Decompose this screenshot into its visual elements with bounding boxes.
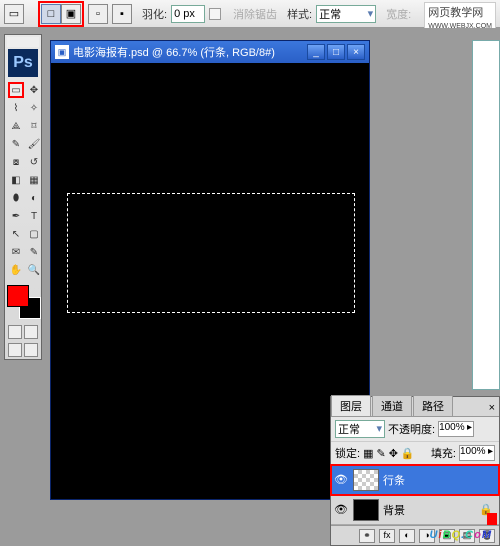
antialias-label: 消除锯齿 [233,6,277,22]
screen1-icon[interactable] [8,343,22,357]
document-window: ▣ 电影海报有.psd @ 66.7% (行条, RGB/8#) _ □ × [50,40,370,500]
fill-label: 填充: [431,445,456,461]
link-icon[interactable]: ⚭ [359,529,375,543]
type-tool[interactable]: T [26,208,42,224]
maximize-button[interactable]: □ [327,44,345,60]
tab-channels[interactable]: 通道 [372,395,412,416]
visibility-icon[interactable]: 👁 [333,472,349,488]
fx-icon[interactable]: fx [379,529,395,543]
layer-thumbnail[interactable] [353,499,379,521]
tab-paths[interactable]: 路径 [413,395,453,416]
mask-icon[interactable]: ◐ [399,529,415,543]
selection-mode-group: □ ▣ [38,1,84,27]
lock-position-icon[interactable]: ✥ [389,447,398,460]
gradient-tool[interactable]: ▦ [26,172,42,188]
dodge-tool[interactable]: ◐ [26,190,42,206]
shape-tool[interactable]: ▢ [26,226,42,242]
close-button[interactable]: × [347,44,365,60]
lock-paint-icon[interactable]: ✎ [376,447,385,460]
new-selection-icon[interactable]: □ [41,4,61,24]
width-label: 宽度: [386,6,411,22]
add-selection-icon[interactable]: ▣ [61,4,81,24]
path-select-tool[interactable]: ↖ [8,226,24,242]
feather-label: 羽化: [142,6,167,22]
blur-tool[interactable]: ⬮ [8,190,24,206]
foreground-color[interactable] [7,285,29,307]
panel-tabs: 图层 通道 路径 × [331,397,499,417]
minimize-button[interactable]: _ [307,44,325,60]
opacity-label: 不透明度: [388,421,435,437]
document-titlebar[interactable]: ▣ 电影海报有.psd @ 66.7% (行条, RGB/8#) _ □ × [51,41,369,63]
screen2-icon[interactable] [24,343,38,357]
style-select[interactable]: 正常 [316,5,376,23]
tools-palette: Ps ▭ ✥ ⌇ ✧ ⟁ ⌑ ✎ 🖌 ⧇ ↺ ◧ ▦ ⬮ ◐ ✒ T ↖ ▢ ✉… [4,34,42,360]
lock-label: 锁定: [335,445,360,461]
color-swatches [7,285,41,319]
blend-mode-select[interactable]: 正常 [335,420,385,438]
selection-marquee [67,193,355,313]
quickmask-icon[interactable] [8,325,22,339]
opacity-input[interactable]: 100% [438,421,474,437]
subtract-selection-icon[interactable]: ▫ [88,4,108,24]
options-bar: ▭ □ ▣ ▫ ▪ 羽化: 消除锯齿 样式: 正常 宽度: 网页教学网WWW.W… [0,0,500,28]
brush-tool[interactable]: 🖌 [26,136,42,152]
uibq-watermark: UiBQ.CoM [430,521,492,544]
tools-drag-handle[interactable] [7,37,39,47]
eyedropper-tool[interactable]: ✎ [26,244,42,260]
zoom-tool[interactable]: 🔍 [26,262,42,278]
layer-name: 背景 [383,502,405,518]
lock-icons: ▦ ✎ ✥ 🔒 [363,447,415,460]
layer-row[interactable]: 👁 行条 [331,465,499,495]
document-title: 电影海报有.psd @ 66.7% (行条, RGB/8#) [73,44,275,60]
visibility-icon[interactable]: 👁 [333,502,349,518]
ps-logo-icon: Ps [8,49,38,77]
tab-layers[interactable]: 图层 [331,395,371,416]
heal-tool[interactable]: ✎ [8,136,24,152]
layer-list: 👁 行条 👁 背景 🔒 [331,465,499,525]
notes-tool[interactable]: ✉ [8,244,24,260]
feather-input[interactable] [171,5,205,23]
doc-icon: ▣ [55,45,69,59]
crop-tool[interactable]: ⟁ [8,118,24,134]
fill-input[interactable]: 100% [459,445,495,461]
marquee-tool-preset[interactable]: ▭ [4,4,24,24]
workspace: Ps ▭ ✥ ⌇ ✧ ⟁ ⌑ ✎ 🖌 ⧇ ↺ ◧ ▦ ⬮ ◐ ✒ T ↖ ▢ ✉… [0,28,500,546]
lock-transparency-icon[interactable]: ▦ [363,447,373,460]
stamp-tool[interactable]: ⧇ [8,154,24,170]
right-panel [472,40,500,390]
lock-all-icon[interactable]: 🔒 [401,447,415,460]
history-brush-tool[interactable]: ↺ [26,154,42,170]
hand-tool[interactable]: ✋ [8,262,24,278]
layer-thumbnail[interactable] [353,469,379,491]
lasso-tool[interactable]: ⌇ [8,100,24,116]
marquee-tool[interactable]: ▭ [8,82,24,98]
pen-tool[interactable]: ✒ [8,208,24,224]
move-tool[interactable]: ✥ [26,82,42,98]
wand-tool[interactable]: ✧ [26,100,42,116]
layer-name: 行条 [383,472,405,488]
style-label: 样式: [287,6,312,22]
canvas[interactable] [51,63,369,499]
antialias-checkbox [209,8,221,20]
eraser-tool[interactable]: ◧ [8,172,24,188]
screenmode-icon[interactable] [24,325,38,339]
intersect-selection-icon[interactable]: ▪ [112,4,132,24]
panel-menu-icon[interactable]: × [485,400,499,416]
slice-tool[interactable]: ⌑ [26,118,42,134]
